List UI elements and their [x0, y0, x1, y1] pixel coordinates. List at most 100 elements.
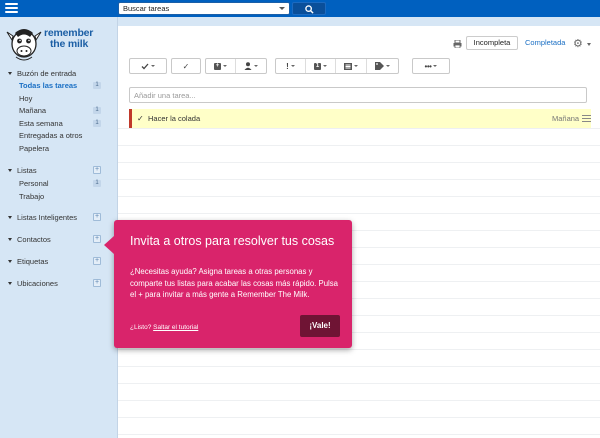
- row-divider: [118, 349, 600, 350]
- sidebar-item-all-tasks[interactable]: Todas las tareas: [19, 81, 77, 90]
- select-button[interactable]: [130, 59, 166, 73]
- complete-button[interactable]: ✓: [172, 59, 200, 73]
- section-label: Listas Inteligentes: [17, 213, 78, 222]
- task-menu-icon[interactable]: [582, 115, 591, 124]
- add-task-box[interactable]: [129, 87, 587, 103]
- search-dropdown-icon[interactable]: [279, 7, 285, 10]
- more-actions-button[interactable]: •••: [413, 59, 449, 73]
- sidebar-item-work[interactable]: Trabajo: [19, 192, 44, 201]
- chevron-down-icon: [386, 65, 390, 67]
- count-badge: 1: [93, 107, 101, 114]
- row-divider: [118, 400, 600, 401]
- gear-icon[interactable]: ⚙: [573, 37, 583, 50]
- calendar-icon: 1: [314, 62, 321, 70]
- section-smart-lists[interactable]: Listas Inteligentes: [8, 213, 77, 222]
- task-props-group: ! 1: [275, 58, 399, 74]
- more-group: •••: [412, 58, 450, 74]
- ellipsis-icon: •••: [424, 61, 432, 71]
- ready-label: ¿Listo?: [130, 324, 152, 331]
- add-tag-button[interactable]: +: [93, 257, 101, 265]
- section-label: Buzón de entrada: [17, 69, 77, 78]
- select-tasks-dropdown[interactable]: [129, 58, 167, 74]
- tooltip-body: ¿Necesitas ayuda? Asigna tareas a otras …: [130, 267, 339, 299]
- collapse-triangle-icon: [8, 238, 12, 241]
- exclamation-icon: !: [286, 61, 289, 71]
- count-badge: 1: [93, 120, 101, 127]
- chevron-down-icon: [223, 65, 227, 67]
- chevron-down-icon: [354, 65, 358, 67]
- section-contacts[interactable]: Contactos: [8, 235, 51, 244]
- collapse-triangle-icon: [8, 282, 12, 285]
- chevron-down-icon: [290, 65, 295, 67]
- row-divider: [118, 179, 600, 180]
- section-lists[interactable]: Listas: [8, 166, 37, 175]
- add-to-list-button[interactable]: +: [206, 59, 236, 73]
- section-label: Contactos: [17, 235, 51, 244]
- chevron-down-icon[interactable]: [587, 43, 591, 46]
- row-divider: [118, 434, 600, 435]
- magnifier-icon: [305, 5, 314, 14]
- collapse-triangle-icon: [8, 216, 12, 219]
- task-name[interactable]: Hacer la colada: [148, 114, 200, 123]
- add-contact-button[interactable]: +: [93, 235, 101, 243]
- collapse-triangle-icon: [8, 169, 12, 172]
- tooltip-title: Invita a otros para resolver tus cosas: [130, 234, 335, 248]
- list-icon: [344, 62, 352, 70]
- task-row[interactable]: ✓ Hacer la colada Mañana: [129, 109, 591, 128]
- due-date-button[interactable]: 1: [306, 59, 336, 73]
- section-tags[interactable]: Etiquetas: [8, 257, 48, 266]
- row-divider: [118, 366, 600, 367]
- section-locations[interactable]: Ubicaciones: [8, 279, 58, 288]
- sidebar: remember the milk Buzón de entrada Todas…: [0, 17, 118, 438]
- priority-button[interactable]: !: [276, 59, 306, 73]
- section-inbox[interactable]: Buzón de entrada: [8, 69, 76, 78]
- sidebar-item-personal[interactable]: Personal: [19, 179, 49, 188]
- search-box[interactable]: [118, 2, 290, 15]
- row-divider: [118, 417, 600, 418]
- person-icon: [244, 62, 252, 70]
- row-divider: [118, 128, 600, 129]
- count-badge: 1: [93, 180, 101, 187]
- chevron-down-icon: [433, 65, 438, 67]
- collapse-triangle-icon: [8, 72, 12, 75]
- sidebar-item-given-to-others[interactable]: Entregadas a otros: [19, 131, 82, 140]
- checkbox-icon: [141, 63, 149, 69]
- row-divider: [118, 145, 600, 146]
- row-divider: [118, 196, 600, 197]
- chevron-down-icon: [151, 65, 155, 67]
- assign-person-button[interactable]: [236, 59, 266, 73]
- logo-line-2: the milk: [50, 38, 89, 50]
- row-divider: [118, 162, 600, 163]
- collapse-triangle-icon: [8, 260, 12, 263]
- row-divider: [118, 213, 600, 214]
- count-badge: 1: [93, 82, 101, 89]
- print-icon[interactable]: [453, 40, 462, 48]
- ok-button[interactable]: ¡Vale!: [300, 315, 340, 337]
- tab-complete[interactable]: Completada: [525, 38, 565, 47]
- hamburger-icon[interactable]: [5, 3, 18, 14]
- section-label: Ubicaciones: [17, 279, 58, 288]
- section-label: Etiquetas: [17, 257, 49, 266]
- top-bar: [0, 0, 600, 17]
- sidebar-item-this-week[interactable]: Esta semana: [19, 119, 63, 128]
- sidebar-item-tomorrow[interactable]: Mañana: [19, 106, 46, 115]
- logo-text: remember the milk: [44, 28, 93, 50]
- logo[interactable]: remember the milk: [6, 26, 96, 66]
- search-input[interactable]: [123, 3, 273, 14]
- sidebar-item-today[interactable]: Hoy: [19, 94, 32, 103]
- add-location-button[interactable]: +: [93, 279, 101, 287]
- add-list-button[interactable]: +: [93, 166, 101, 174]
- plus-square-icon: +: [214, 62, 221, 70]
- tab-incomplete[interactable]: Incompleta: [466, 36, 518, 50]
- chevron-down-icon: [323, 65, 327, 67]
- add-smart-list-button[interactable]: +: [93, 213, 101, 221]
- add-task-input[interactable]: [134, 90, 574, 101]
- checkmark-icon[interactable]: ✓: [137, 114, 144, 123]
- skip-tutorial-link[interactable]: Saltar el tutorial: [153, 324, 198, 331]
- section-label: Listas: [17, 166, 37, 175]
- move-list-button[interactable]: [336, 59, 367, 73]
- search-button[interactable]: [292, 2, 326, 15]
- sidebar-item-trash[interactable]: Papelera: [19, 144, 49, 153]
- tags-button[interactable]: [367, 59, 398, 73]
- tag-icon: [375, 62, 384, 70]
